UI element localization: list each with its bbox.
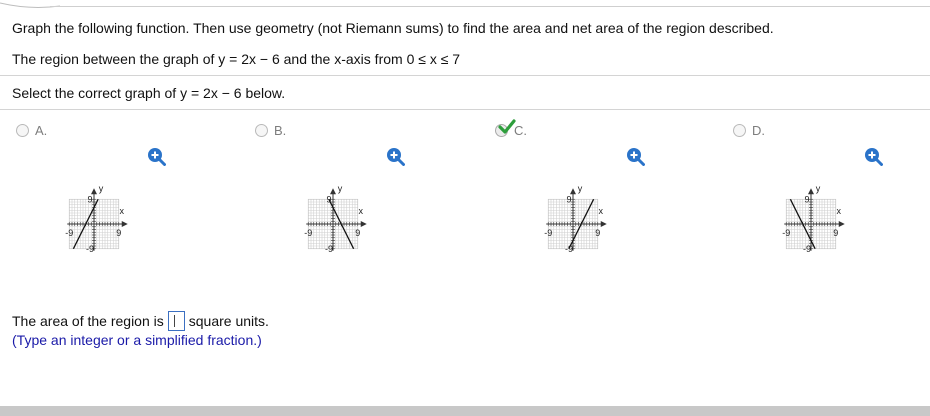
choice-letter: A.	[35, 122, 48, 138]
zoom-in-icon[interactable]	[625, 146, 645, 166]
prompt-text: Select the correct graph of y = 2x − 6 b…	[12, 85, 286, 101]
zoom-in-icon[interactable]	[385, 146, 405, 166]
divider-top	[0, 75, 930, 76]
zoom-handle	[875, 158, 883, 166]
x-max-label: 9	[355, 228, 360, 238]
x-axis-label: x	[120, 206, 125, 216]
answer-row: The area of the region is square units.	[12, 311, 269, 331]
answer-suffix: square units.	[188, 313, 269, 329]
y-min-label: -9	[86, 244, 94, 254]
checkmark-stroke	[498, 119, 516, 134]
divider-bottom	[0, 109, 930, 110]
checkmark-icon	[498, 119, 516, 134]
zoom-handle	[158, 158, 166, 166]
y-max-label: 9	[804, 194, 809, 204]
function-graph: -9 9 9 -9 x y	[782, 183, 845, 254]
input-caret	[173, 315, 175, 327]
y-axis-label: y	[816, 183, 821, 193]
function-graph: -9 9 9 -9 x y	[65, 183, 128, 254]
y-max-label: 9	[566, 194, 571, 204]
x-min-label: -9	[782, 228, 790, 238]
y-axis-label: y	[338, 183, 343, 193]
choice-b[interactable]: B.-999-9xy	[255, 121, 455, 281]
x-max-label: 9	[116, 228, 121, 238]
x-axis-arrow-icon	[838, 221, 845, 227]
x-axis-arrow-icon	[121, 221, 128, 227]
x-axis-label: x	[599, 206, 604, 216]
choice-a[interactable]: A. -9 9 9 -9 x y	[16, 121, 216, 281]
choice-radio-row[interactable]: A.	[16, 121, 47, 139]
zoom-in-icon[interactable]	[146, 146, 166, 166]
x-min-label: -9	[65, 228, 73, 238]
radio-button[interactable]	[16, 123, 29, 137]
x-min-label: -9	[544, 228, 552, 238]
instruction-text: Graph the following function. Then use g…	[12, 20, 774, 36]
answer-prefix: The area of the region is	[12, 313, 164, 329]
top-border	[50, 6, 930, 7]
area-answer-input[interactable]	[167, 311, 185, 331]
x-min-label: -9	[304, 228, 312, 238]
y-min-label: -9	[803, 244, 811, 254]
y-axis-label: y	[578, 183, 583, 193]
x-max-label: 9	[833, 228, 838, 238]
region-text: The region between the graph of y = 2x −…	[12, 51, 461, 67]
radio-button[interactable]	[255, 123, 268, 137]
choice-radio-row[interactable]: B.	[255, 121, 286, 139]
zoom-handle	[397, 158, 405, 166]
bottom-toolbar	[0, 406, 930, 416]
x-axis-arrow-icon	[600, 221, 607, 227]
x-axis-label: x	[359, 206, 364, 216]
radio-button[interactable]	[733, 123, 746, 137]
choice-letter: D.	[752, 122, 765, 138]
x-max-label: 9	[595, 228, 600, 238]
choice-letter: B.	[274, 122, 287, 138]
choice-radio-row[interactable]: D.	[733, 121, 765, 139]
zoom-handle	[637, 158, 645, 166]
x-axis-arrow-icon	[360, 221, 367, 227]
choice-c[interactable]: C.-999-9xy	[495, 119, 695, 281]
y-axis-label: y	[99, 183, 104, 193]
y-max-label: 9	[87, 194, 92, 204]
x-axis-label: x	[837, 206, 842, 216]
choice-d[interactable]: D. -9 9 9 -9 x y	[733, 121, 930, 281]
function-graph: -999-9xy	[304, 183, 367, 254]
answer-hint: (Type an integer or a simplified fractio…	[12, 332, 262, 348]
function-graph: -999-9xy	[544, 183, 607, 254]
zoom-in-icon[interactable]	[863, 146, 883, 166]
y-min-label: -9	[325, 244, 333, 254]
